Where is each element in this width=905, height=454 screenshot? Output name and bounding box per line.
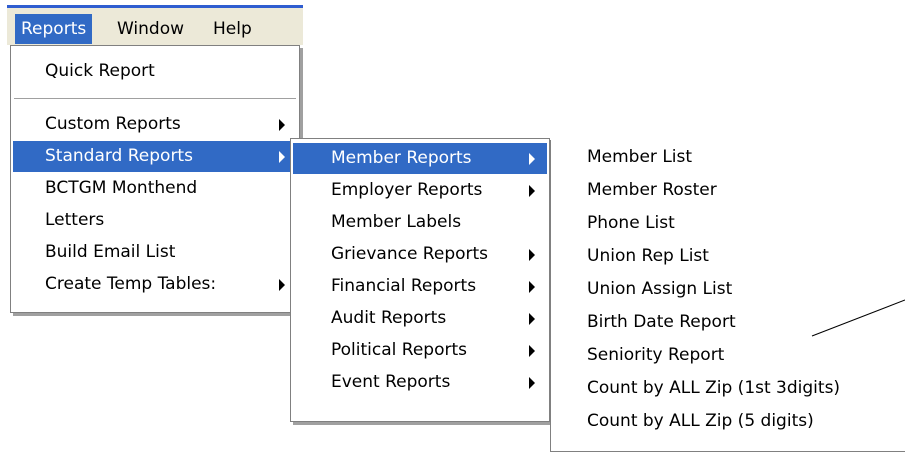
menu-item-label: Employer Reports	[331, 180, 483, 200]
menu-item-label: Create Temp Tables:	[45, 274, 217, 294]
menu-reports[interactable]: Reports	[15, 14, 93, 44]
menu-item-label: Standard Reports	[45, 146, 193, 166]
menu-item-custom-reports[interactable]: Custom Reports	[13, 109, 297, 140]
menu-item-seniority-report[interactable]: Seniority Report	[553, 340, 903, 371]
menu-item-label: Letters	[45, 210, 105, 230]
menu-separator	[14, 98, 296, 100]
menu-item-phone-list[interactable]: Phone List	[553, 208, 903, 239]
menu-item-label: Grievance Reports	[331, 244, 489, 264]
submenu-arrow-icon	[529, 249, 535, 261]
menu-item-label: Member Roster	[587, 180, 717, 200]
submenu-arrow-icon	[529, 377, 535, 389]
menu-item-label: Member Labels	[331, 212, 462, 232]
menu-item-event-reports[interactable]: Event Reports	[293, 367, 547, 398]
member-reports-menu: Member List Member Roster Phone List Uni…	[550, 140, 905, 452]
menu-item-label: Count by ALL Zip (1st 3digits)	[587, 378, 841, 398]
menu-item-create-temp-tables[interactable]: Create Temp Tables:	[13, 269, 297, 300]
menu-item-label: Build Email List	[45, 242, 176, 262]
menu-item-label: Event Reports	[331, 372, 451, 392]
menu-item-label: Custom Reports	[45, 114, 181, 134]
menu-bar: Reports Window Help	[7, 5, 303, 45]
menu-item-label: Union Rep List	[587, 246, 709, 266]
menu-item-political-reports[interactable]: Political Reports	[293, 335, 547, 366]
menu-window[interactable]: Window	[111, 14, 190, 44]
menu-item-bctgm-monthend[interactable]: BCTGM Monthend	[13, 173, 297, 204]
menu-item-label: Count by ALL Zip (5 digits)	[587, 411, 814, 431]
menu-item-financial-reports[interactable]: Financial Reports	[293, 271, 547, 302]
standard-reports-menu: Member Reports Employer Reports Member L…	[290, 138, 550, 422]
menu-item-label: Phone List	[587, 213, 675, 233]
menu-item-label: BCTGM Monthend	[45, 178, 198, 198]
menu-item-standard-reports[interactable]: Standard Reports	[13, 141, 297, 172]
menu-item-birth-date-report[interactable]: Birth Date Report	[553, 307, 903, 338]
menu-help[interactable]: Help	[207, 14, 258, 44]
submenu-arrow-icon	[529, 153, 535, 165]
menu-item-count-zip-5digits[interactable]: Count by ALL Zip (5 digits)	[553, 406, 903, 437]
reports-menu: Quick Report Custom Reports Standard Rep…	[10, 45, 300, 313]
menu-item-union-rep-list[interactable]: Union Rep List	[553, 241, 903, 272]
submenu-arrow-icon	[279, 279, 285, 291]
submenu-arrow-icon	[529, 185, 535, 197]
menu-item-label: Seniority Report	[587, 345, 725, 365]
submenu-arrow-icon	[529, 345, 535, 357]
menu-item-label: Political Reports	[331, 340, 467, 360]
menu-item-audit-reports[interactable]: Audit Reports	[293, 303, 547, 334]
menu-item-employer-reports[interactable]: Employer Reports	[293, 175, 547, 206]
menu-item-member-labels[interactable]: Member Labels	[293, 207, 547, 238]
menu-item-member-list[interactable]: Member List	[553, 142, 903, 173]
submenu-arrow-icon	[279, 119, 285, 131]
menu-item-count-zip-3digits[interactable]: Count by ALL Zip (1st 3digits)	[553, 373, 903, 404]
menu-item-grievance-reports[interactable]: Grievance Reports	[293, 239, 547, 270]
menu-item-union-assign-list[interactable]: Union Assign List	[553, 274, 903, 305]
menu-item-member-roster[interactable]: Member Roster	[553, 175, 903, 206]
submenu-arrow-icon	[279, 151, 285, 163]
menu-item-label: Member Reports	[331, 148, 472, 168]
menu-item-label: Member List	[587, 147, 693, 167]
submenu-arrow-icon	[529, 281, 535, 293]
menu-item-label: Audit Reports	[331, 308, 447, 328]
menu-item-label: Financial Reports	[331, 276, 477, 296]
menu-item-label: Union Assign List	[587, 279, 733, 299]
menu-item-label: Birth Date Report	[587, 312, 736, 332]
menu-item-quick-report[interactable]: Quick Report	[13, 56, 297, 87]
menu-item-label: Quick Report	[45, 61, 155, 81]
menu-item-member-reports[interactable]: Member Reports	[293, 143, 547, 174]
menu-item-letters[interactable]: Letters	[13, 205, 297, 236]
menu-item-build-email-list[interactable]: Build Email List	[13, 237, 297, 268]
submenu-arrow-icon	[529, 313, 535, 325]
